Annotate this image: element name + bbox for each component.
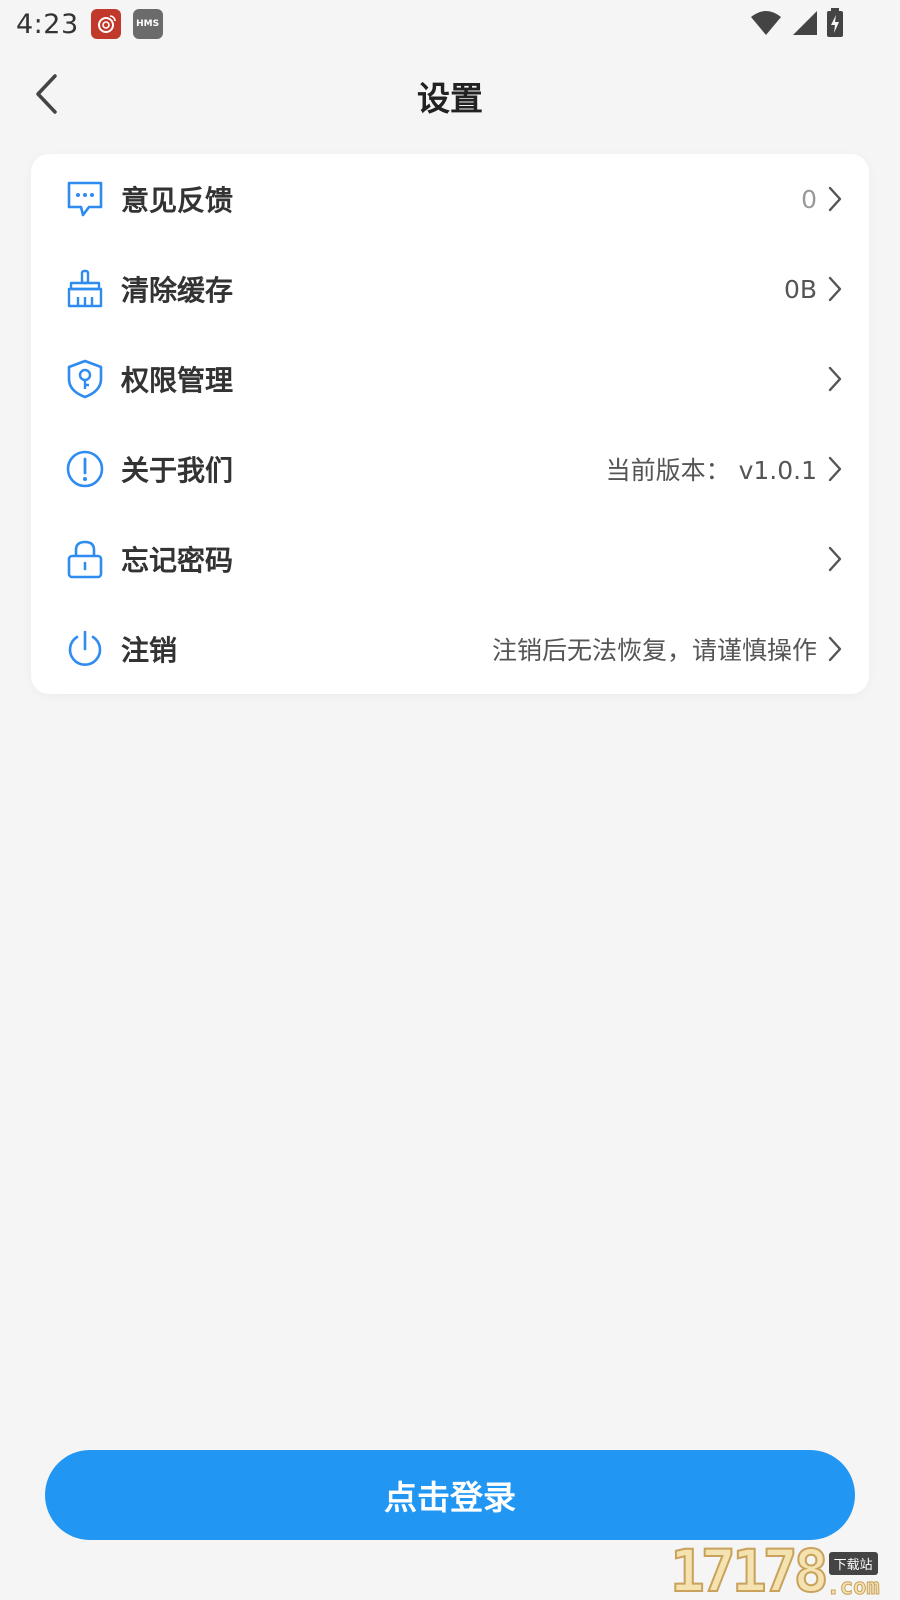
setting-label: 关于我们 [121, 454, 234, 487]
chevron-right-icon [825, 544, 845, 574]
setting-label: 清除缓存 [121, 274, 234, 307]
power-icon [65, 629, 105, 669]
status-time: 4:23 [16, 8, 79, 40]
login-button[interactable]: 点击登录 [45, 1450, 855, 1540]
shield-key-icon [65, 359, 105, 399]
setting-label: 意见反馈 [121, 184, 234, 217]
watermark-suffix: .com [826, 1575, 880, 1600]
chevron-right-icon [825, 274, 845, 304]
status-bar: 4:23 HMS [0, 0, 900, 48]
setting-row-forgot-password[interactable]: 忘记密码 [31, 514, 869, 604]
status-indicators [750, 8, 844, 42]
broom-icon [65, 269, 105, 309]
watermark-side: 下载站 .com [826, 1552, 880, 1600]
deregister-warning: 注销后无法恢复，请谨慎操作 [491, 636, 817, 665]
chevron-right-icon [825, 184, 845, 214]
hms-icon: HMS [132, 9, 163, 39]
info-exclamation-icon [65, 449, 105, 489]
signal-icon [790, 9, 818, 41]
setting-row-clear-cache[interactable]: 清除缓存 0B [31, 244, 869, 334]
setting-row-permissions[interactable]: 权限管理 [31, 334, 869, 424]
app-version: 当前版本： v1.0.1 [605, 456, 817, 485]
chevron-right-icon [825, 364, 845, 394]
setting-row-feedback[interactable]: 意见反馈 0 [31, 154, 869, 244]
setting-label: 权限管理 [121, 364, 234, 397]
setting-row-deregister[interactable]: 注销 注销后无法恢复，请谨慎操作 [31, 604, 869, 694]
wifi-icon [750, 9, 782, 41]
watermark-digits: 17178 [669, 1537, 830, 1600]
watermark-badge: 下载站 [828, 1552, 878, 1575]
message-bubble-icon [65, 179, 105, 219]
setting-label: 注销 [121, 634, 178, 667]
settings-card: 意见反馈 0 清除缓存 0B 权限管理 关于我们 当前版本： v1.0.1 忘记… [31, 154, 869, 694]
chevron-right-icon [825, 634, 845, 664]
setting-row-about[interactable]: 关于我们 当前版本： v1.0.1 [31, 424, 869, 514]
chevron-right-icon [825, 454, 845, 484]
header: 设置 [0, 48, 900, 140]
weibo-icon [90, 9, 121, 39]
feedback-count: 0 [801, 184, 817, 214]
cache-size: 0B [783, 274, 817, 304]
lock-icon [65, 539, 105, 579]
setting-label: 忘记密码 [121, 544, 234, 577]
page-title: 设置 [417, 79, 483, 118]
battery-charging-icon [826, 8, 844, 42]
watermark: 17178 下载站 .com [669, 1537, 900, 1600]
